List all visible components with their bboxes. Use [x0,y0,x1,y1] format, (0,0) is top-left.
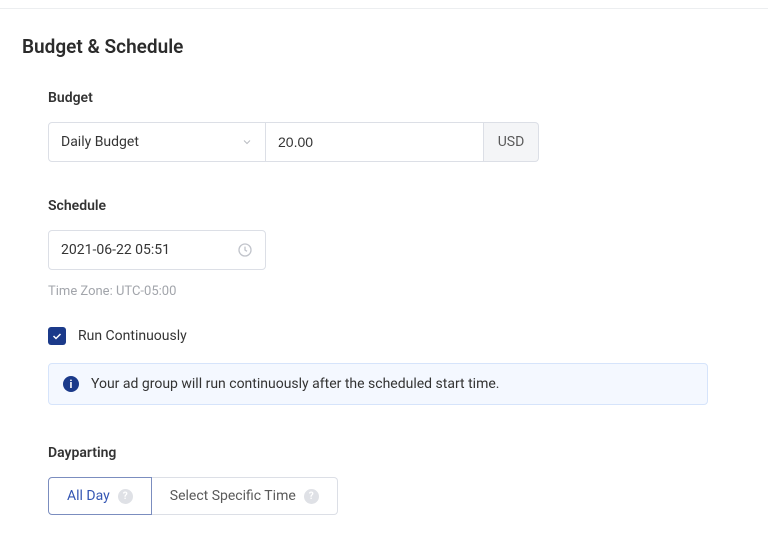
dayparting-specific-label: Select Specific Time [170,488,296,504]
dayparting-all-day-button[interactable]: All Day ? [48,477,152,515]
dayparting-label: Dayparting [48,445,746,461]
run-continuously-label: Run Continuously [78,328,187,344]
help-icon: ? [304,489,319,504]
dayparting-all-day-label: All Day [67,488,110,504]
budget-label: Budget [48,90,746,106]
check-icon [51,330,63,342]
section-title: Budget & Schedule [22,35,746,58]
schedule-label: Schedule [48,198,746,214]
chevron-down-icon [241,136,253,148]
dayparting-specific-button[interactable]: Select Specific Time ? [152,477,338,515]
info-icon: i [63,376,79,392]
timezone-text: Time Zone: UTC-05:00 [48,284,746,299]
budget-schedule-section: Budget & Schedule Budget Daily Budget US… [0,9,768,545]
dayparting-segmented: All Day ? Select Specific Time ? [48,477,338,515]
schedule-start-value: 2021-06-22 05:51 [61,242,237,258]
budget-row: Daily Budget USD [48,122,746,162]
help-icon: ? [118,489,133,504]
clock-icon [237,242,253,258]
budget-amount-input[interactable] [266,122,484,162]
schedule-start-input[interactable]: 2021-06-22 05:51 [48,230,266,270]
section-content: Budget Daily Budget USD Schedule 2021-06… [22,90,746,515]
run-continuously-row: Run Continuously [48,327,746,345]
budget-type-select[interactable]: Daily Budget [48,122,266,162]
info-text: Your ad group will run continuously afte… [91,376,499,392]
info-banner: i Your ad group will run continuously af… [48,363,708,405]
run-continuously-checkbox[interactable] [48,327,66,345]
budget-currency: USD [484,122,539,162]
budget-type-value: Daily Budget [61,134,241,150]
